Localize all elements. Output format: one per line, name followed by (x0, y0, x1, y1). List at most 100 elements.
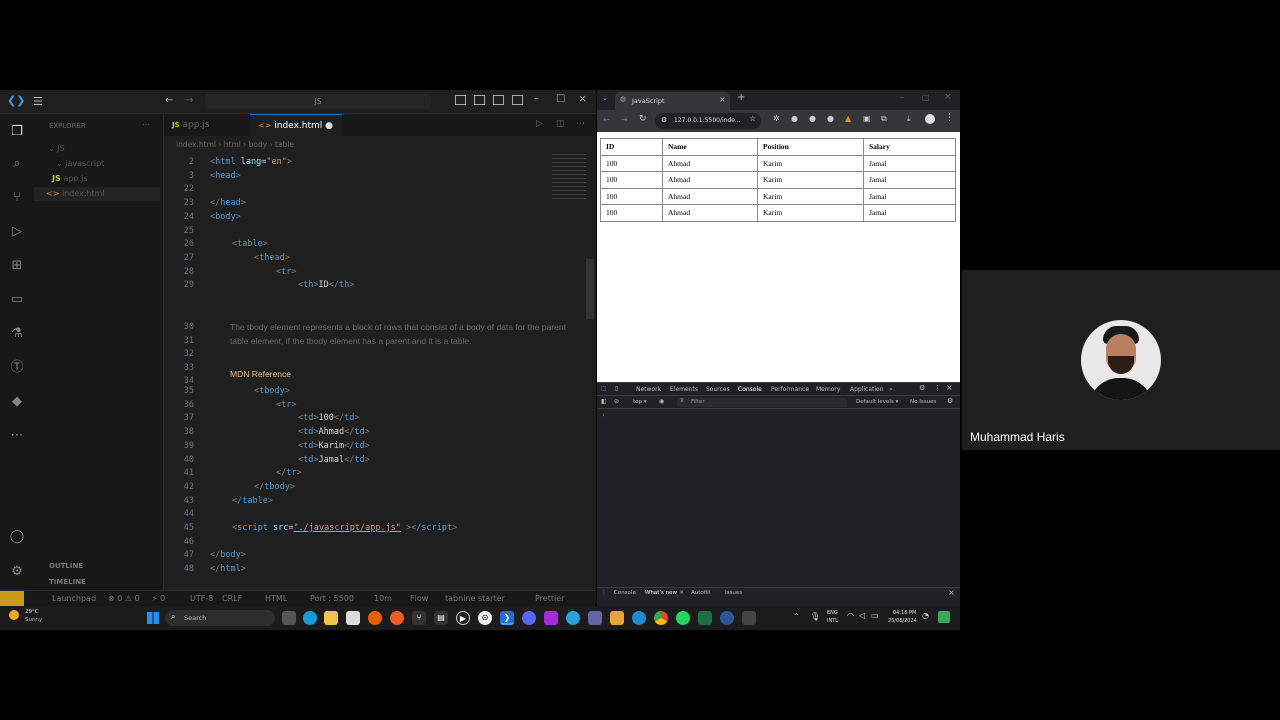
breadcrumb-item[interactable]: index.html (176, 140, 216, 149)
status-flow[interactable]: Flow (410, 594, 428, 603)
mdn-reference-link[interactable]: MDN Reference (230, 369, 291, 379)
inspect-element-icon[interactable]: ⬚ (601, 385, 607, 392)
close-icon[interactable]: × (578, 92, 587, 105)
menu-icon[interactable]: ☰ (33, 95, 43, 108)
browser-minimize-icon[interactable]: – (900, 93, 904, 102)
tab-app-js[interactable]: JS app.js (164, 114, 250, 136)
status-time[interactable]: 10m (374, 594, 392, 603)
windows-start-icon[interactable] (147, 612, 159, 624)
devtools-tab-application[interactable]: Application (850, 386, 884, 393)
command-center-search[interactable]: JS (205, 94, 431, 109)
minimap[interactable] (552, 154, 586, 199)
browser-forward-icon[interactable]: → (621, 115, 628, 124)
tree-item[interactable]: JS app.js (34, 172, 88, 186)
excel-icon[interactable] (698, 611, 712, 625)
scrollbar[interactable] (586, 259, 594, 319)
extension-icon[interactable]: ● (809, 114, 816, 123)
notification-bell-icon[interactable]: ◔ (922, 611, 929, 620)
extension-icon[interactable]: ● (827, 114, 834, 123)
live-expression-eye-icon[interactable]: ◉ (659, 398, 664, 405)
code-block-top[interactable]: 2 <html lang="en"> 3 <head> 22 23 </head> 24 <bo… (164, 155, 564, 295)
media-player-icon[interactable]: ▶ (456, 611, 470, 625)
editor-more-icon[interactable]: ⋯ (576, 119, 585, 129)
chrome-icon[interactable] (654, 611, 668, 625)
telegram-icon[interactable] (566, 611, 580, 625)
extension-icon[interactable]: ▣ (863, 114, 871, 123)
clear-console-icon[interactable]: ⊘ (614, 398, 619, 405)
drawer-close-icon[interactable]: × (948, 588, 955, 597)
devtools-tab-performance[interactable]: Performance (771, 386, 809, 393)
toggle-sidebar-icon[interactable] (455, 95, 466, 105)
breadcrumb-item[interactable]: table (275, 140, 294, 149)
drawer-tab-whats-new[interactable]: What's new (645, 590, 677, 596)
breadcrumb-item[interactable]: html (224, 140, 241, 149)
clock-time[interactable]: 04:18 PM (893, 610, 916, 616)
wifi-icon[interactable]: ◠ (847, 611, 854, 620)
app-icon[interactable] (610, 611, 624, 625)
status-tabnine[interactable]: tabnine starter (445, 594, 505, 603)
file-explorer-icon[interactable] (324, 611, 338, 625)
weather-temp[interactable]: 29°C (25, 609, 39, 615)
whatsapp-icon[interactable] (676, 611, 690, 625)
split-editor-icon[interactable]: ◫ (556, 119, 565, 129)
status-encoding[interactable]: UTF-8 (190, 594, 213, 603)
back-arrow-icon[interactable]: ← (165, 95, 173, 106)
sidebar-toggle-icon[interactable]: ◧ (601, 398, 607, 405)
app-icon[interactable] (742, 611, 756, 625)
app-icon[interactable] (632, 611, 646, 625)
layout-icon[interactable] (512, 95, 523, 105)
tab-search-icon[interactable]: ⌄ (602, 94, 608, 102)
browser-back-icon[interactable]: ← (603, 115, 610, 124)
tree-item[interactable]: ⌄ JS (34, 142, 65, 156)
run-icon[interactable]: ▷ (536, 119, 543, 129)
tab-close-icon[interactable]: × (719, 95, 726, 104)
breadcrumb-item[interactable]: body (249, 140, 268, 149)
clock-date[interactable]: 25/08/2024 (888, 618, 917, 624)
profile-avatar-icon[interactable] (925, 114, 935, 124)
timeline-section[interactable]: TIMELINE (49, 578, 86, 586)
timeline-icon[interactable]: Ⓣ (9, 360, 25, 376)
more-icon[interactable]: ⋯ (9, 428, 25, 444)
devtools-menu-icon[interactable]: ⋮ (934, 384, 941, 392)
status-eol[interactable]: CRLF (222, 594, 242, 603)
volume-icon[interactable]: ◁ (859, 611, 865, 620)
extension-icon[interactable]: ▲ (845, 114, 851, 123)
browser-tab[interactable]: ◍ JavaScript × (615, 92, 730, 110)
weather-sun-icon[interactable] (9, 610, 19, 620)
toggle-panel-icon[interactable] (474, 95, 485, 105)
extension-icon[interactable]: ● (791, 114, 798, 123)
git-icon[interactable]: ⑂ (412, 611, 426, 625)
browser-maximize-icon[interactable]: □ (922, 93, 930, 102)
unsaved-dot-icon[interactable]: ● (325, 121, 333, 131)
devtools-tab-console[interactable]: Console (738, 386, 762, 393)
microphone-icon[interactable]: 🎙 (810, 612, 820, 621)
store-icon[interactable] (346, 611, 360, 625)
status-launchpad[interactable]: Launchpad (52, 594, 96, 603)
explorer-icon[interactable]: ❐ (9, 124, 25, 140)
tray-expand-icon[interactable]: ⌃ (793, 612, 800, 621)
address-bar[interactable]: ⚙ 127.0.0.1:5500/inde... (655, 113, 761, 129)
console-prompt-icon[interactable]: › (602, 411, 605, 419)
minimize-icon[interactable]: – (534, 93, 539, 104)
download-icon[interactable]: ⤓ (907, 114, 911, 124)
testing-icon[interactable]: ⚗ (9, 326, 25, 342)
github-icon[interactable]: ⊙ (478, 611, 492, 625)
tray-lang[interactable]: ENG (827, 610, 838, 616)
maximize-icon[interactable]: □ (556, 93, 565, 104)
drawer-tab-autofill[interactable]: Autofill (691, 590, 710, 596)
discord-icon[interactable] (522, 611, 536, 625)
status-prettier[interactable]: Prettier (535, 594, 564, 603)
status-port[interactable]: Port : 5500 (310, 594, 354, 603)
tab-index-html[interactable]: <> index.html ● (250, 114, 342, 136)
firefox-icon[interactable] (368, 611, 382, 625)
edge-icon[interactable] (303, 611, 317, 625)
devtools-tab-elements[interactable]: Elements (670, 386, 698, 393)
explorer-more-icon[interactable]: ⋯ (142, 120, 150, 129)
remote-explorer-icon[interactable]: ▭ (9, 292, 25, 308)
widgets-icon[interactable] (938, 611, 950, 623)
status-ports[interactable]: ⚡ 0 (152, 594, 165, 603)
settings-gear-icon[interactable]: ⚙ (9, 564, 25, 580)
new-tab-icon[interactable]: + (737, 92, 745, 103)
run-debug-icon[interactable]: ▷ (9, 224, 25, 240)
issues-counter[interactable]: No Issues (910, 399, 936, 405)
